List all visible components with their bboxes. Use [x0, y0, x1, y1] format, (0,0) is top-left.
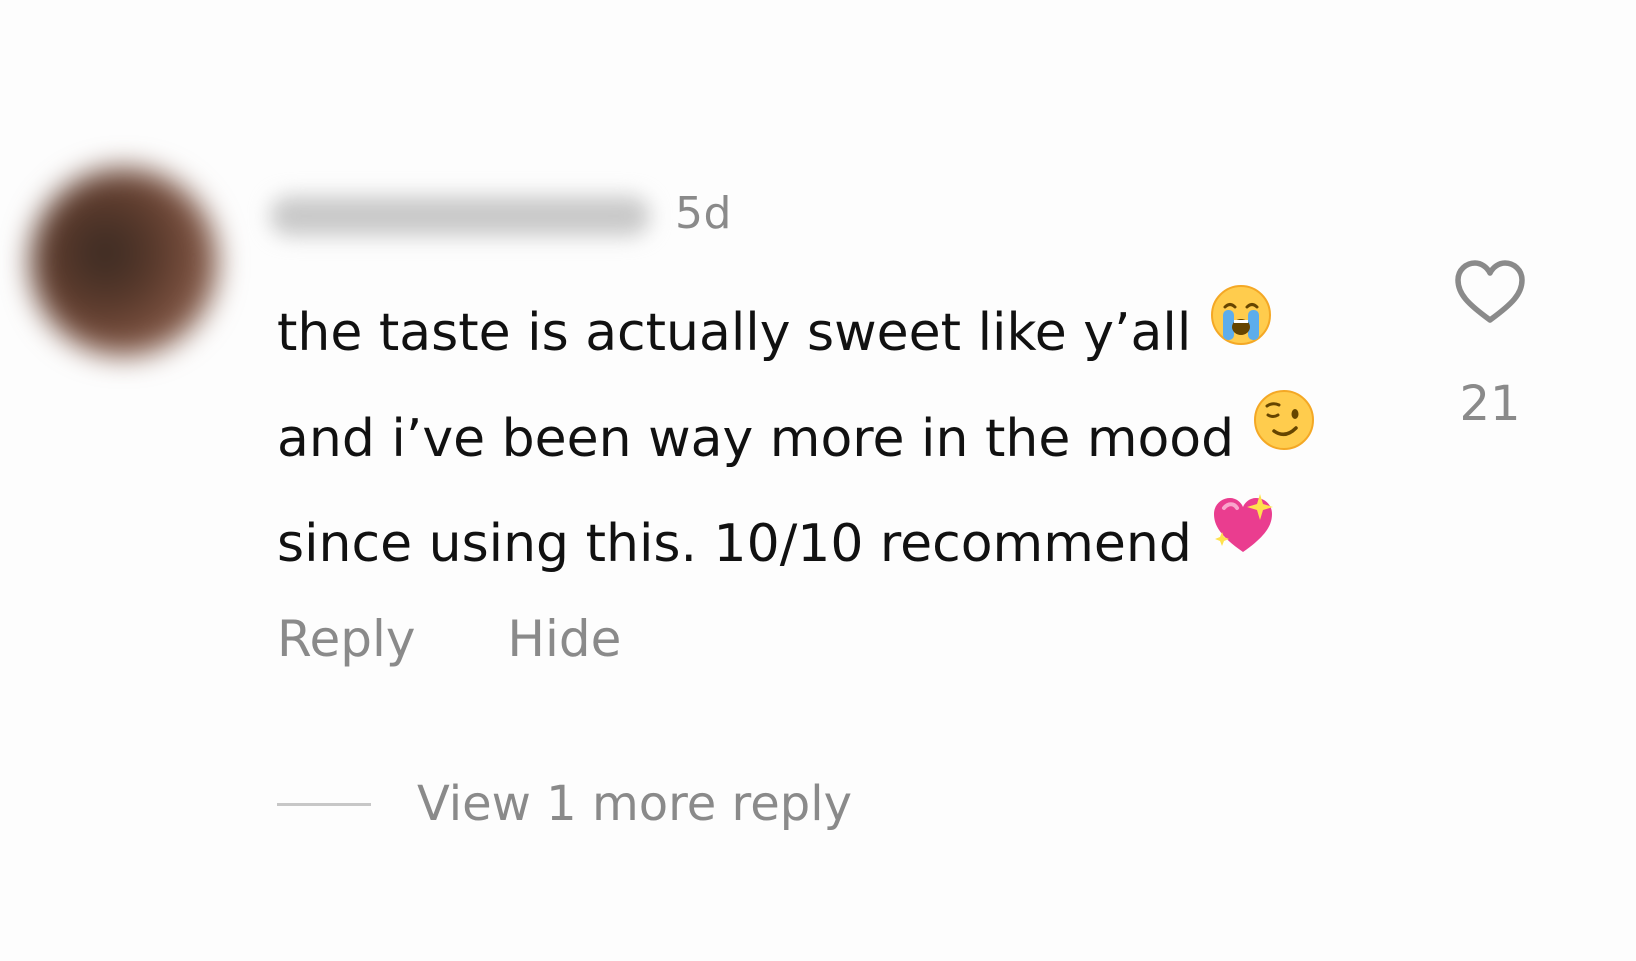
- hide-button[interactable]: Hide: [507, 610, 621, 668]
- sparkling-heart-icon: [1210, 490, 1276, 593]
- like-area: 21: [1440, 252, 1540, 432]
- comment-body: the taste is actually sweet like y’all a…: [277, 282, 1397, 599]
- like-count: 21: [1459, 376, 1521, 432]
- divider-line: [277, 802, 371, 806]
- comment-line: the taste is actually sweet like y’all: [277, 282, 1397, 388]
- comment-line-text: and i’ve been way more in the mood: [277, 408, 1235, 469]
- comment-timestamp: 5d: [675, 188, 732, 239]
- winking-face-icon: [1252, 384, 1316, 487]
- username-redacted[interactable]: [270, 196, 650, 236]
- view-more-replies-button[interactable]: View 1 more reply: [277, 776, 852, 832]
- avatar[interactable]: [30, 168, 218, 356]
- heart-outline-icon[interactable]: [1450, 252, 1530, 332]
- loudly-crying-face-icon: [1209, 279, 1273, 382]
- comment-card: 5d the taste is actually sweet like y’al…: [0, 0, 1636, 961]
- comment-line: since using this. 10/10 recommend: [277, 493, 1397, 599]
- comment-line: and i’ve been way more in the mood: [277, 388, 1397, 494]
- comment-line-text: since using this. 10/10 recommend: [277, 514, 1192, 574]
- reply-button[interactable]: Reply: [277, 610, 415, 668]
- view-more-replies-label: View 1 more reply: [417, 776, 852, 832]
- comment-line-text: the taste is actually sweet like y’all: [277, 303, 1192, 363]
- comment-actions: Reply Hide: [277, 610, 697, 668]
